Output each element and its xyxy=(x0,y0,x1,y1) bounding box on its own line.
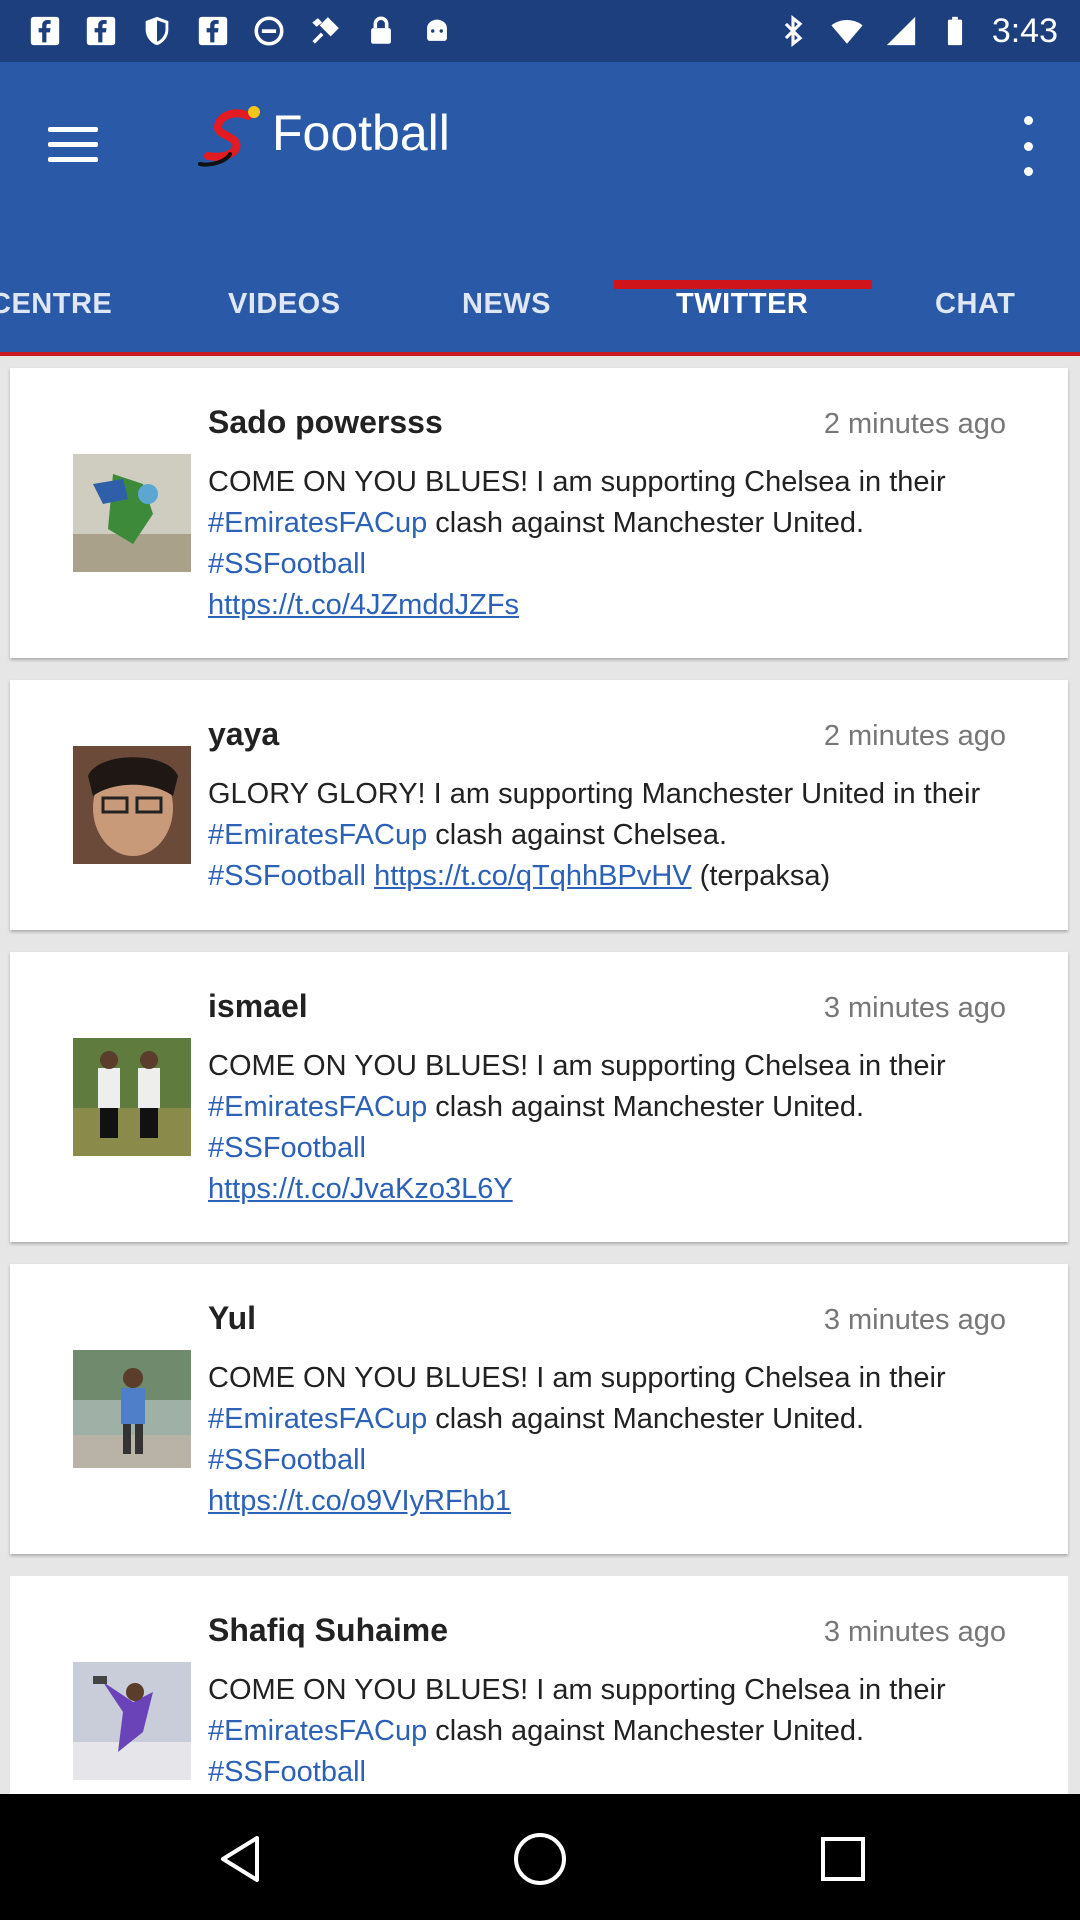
recents-icon[interactable] xyxy=(808,1824,878,1894)
app-bar: Football CENTRE VIDEOS NEWS TWITTER CHAT xyxy=(0,62,1080,354)
signal-icon xyxy=(884,14,918,48)
tweet-time: 3 minutes ago xyxy=(823,1616,1006,1648)
hashtag-link[interactable]: #SSFootball xyxy=(208,860,366,892)
facebook-icon xyxy=(196,14,230,48)
tweet-text: GLORY GLORY! I am supporting Manchester … xyxy=(208,774,1018,897)
hashtag-link[interactable]: #SSFootball xyxy=(208,548,366,580)
tweet-text-part: COME ON YOU BLUES! I am supporting Chels… xyxy=(208,1362,946,1394)
bluetooth-icon xyxy=(776,14,810,48)
block-icon xyxy=(252,14,286,48)
more-vert-icon[interactable] xyxy=(1016,116,1040,176)
tweet-card[interactable]: Sado powersss 2 minutes ago COME ON YOU … xyxy=(10,368,1068,658)
home-icon[interactable] xyxy=(505,1824,575,1894)
hamburger-menu-icon[interactable] xyxy=(38,114,108,174)
android-icon xyxy=(420,14,454,48)
shield-icon xyxy=(140,14,174,48)
hashtag-link[interactable]: #SSFootball xyxy=(208,1756,366,1788)
avatar[interactable] xyxy=(73,1038,191,1156)
tweet-text-part: clash against Manchester United. xyxy=(427,1091,865,1123)
tab-news[interactable]: NEWS xyxy=(462,282,551,348)
wifi-icon xyxy=(830,14,864,48)
tweet-username: yaya xyxy=(208,716,280,752)
facebook-icon xyxy=(84,14,118,48)
tweet-text-part: clash against Manchester United. xyxy=(427,1715,865,1747)
tweet-text-part: COME ON YOU BLUES! I am supporting Chels… xyxy=(208,1674,946,1706)
tweet-url-link[interactable]: https://t.co/o9VIyRFhb1 xyxy=(208,1485,511,1517)
tweet-text-part: clash against Manchester United. xyxy=(427,507,865,539)
tweet-username: ismael xyxy=(208,988,308,1024)
avatar[interactable] xyxy=(73,454,191,572)
tweet-username: Yul xyxy=(208,1300,257,1336)
tweet-text-part: clash against Manchester United. xyxy=(427,1403,865,1435)
tweet-username: Shafiq Suhaime xyxy=(208,1612,449,1648)
tweet-card[interactable]: Shafiq Suhaime 3 minutes ago COME ON YOU… xyxy=(10,1576,1068,1794)
tweet-time: 3 minutes ago xyxy=(823,992,1006,1024)
tweet-time: 3 minutes ago xyxy=(823,1304,1006,1336)
tweet-text-part: GLORY GLORY! I am supporting Manchester … xyxy=(208,778,981,810)
tweet-text-part: COME ON YOU BLUES! I am supporting Chels… xyxy=(208,466,946,498)
tweet-time: 2 minutes ago xyxy=(823,408,1006,440)
tweet-url-link[interactable]: https://t.co/qTqhhBPvHV xyxy=(374,860,692,892)
tab-twitter[interactable]: TWITTER xyxy=(676,282,808,348)
tweet-url-link[interactable]: https://t.co/4JZmddJZFs xyxy=(208,589,519,621)
tweet-time: 2 minutes ago xyxy=(823,720,1006,752)
tweet-text: COME ON YOU BLUES! I am supporting Chels… xyxy=(208,1358,1018,1522)
tweet-card[interactable]: Yul 3 minutes ago COME ON YOU BLUES! I a… xyxy=(10,1264,1068,1554)
supersport-logo-icon xyxy=(190,98,270,178)
tweet-text: COME ON YOU BLUES! I am supporting Chels… xyxy=(208,462,1018,626)
avatar[interactable] xyxy=(73,1662,191,1780)
tweet-username: Sado powersss xyxy=(208,404,443,440)
battery-icon xyxy=(938,14,972,48)
system-nav-bar xyxy=(0,1794,1080,1920)
tab-videos[interactable]: VIDEOS xyxy=(228,282,341,348)
tab-chat[interactable]: CHAT xyxy=(935,282,1015,348)
selected-tab-indicator xyxy=(614,280,872,289)
tweet-text-part: clash against Chelsea. xyxy=(427,819,728,851)
status-time: 3:43 xyxy=(991,11,1058,50)
back-icon[interactable] xyxy=(205,1824,275,1894)
tweet-text-part: (terpaksa) xyxy=(691,860,831,892)
tab-bar: CENTRE VIDEOS NEWS TWITTER CHAT xyxy=(0,282,1080,348)
hashtag-link[interactable]: #EmiratesFACup xyxy=(208,1715,427,1747)
tweet-text: COME ON YOU BLUES! I am supporting Chels… xyxy=(208,1046,1018,1210)
status-bar: 3:43 xyxy=(0,0,1080,62)
fake-gps-icon xyxy=(308,14,342,48)
lock-icon xyxy=(364,14,398,48)
hashtag-link[interactable]: #EmiratesFACup xyxy=(208,1091,427,1123)
hashtag-link[interactable]: #SSFootball xyxy=(208,1444,366,1476)
hashtag-link[interactable]: #SSFootball xyxy=(208,1132,366,1164)
hashtag-link[interactable]: #EmiratesFACup xyxy=(208,507,427,539)
avatar[interactable] xyxy=(73,746,191,864)
tab-divider xyxy=(0,352,1080,356)
tab-centre[interactable]: CENTRE xyxy=(0,282,112,348)
hashtag-link[interactable]: #EmiratesFACup xyxy=(208,1403,427,1435)
facebook-icon xyxy=(28,14,62,48)
tweet-text: COME ON YOU BLUES! I am supporting Chels… xyxy=(208,1670,1018,1793)
tweet-card[interactable]: yaya 2 minutes ago GLORY GLORY! I am sup… xyxy=(10,680,1068,930)
app-title: Football xyxy=(272,105,450,161)
tweet-url-link[interactable]: https://t.co/JvaKzo3L6Y xyxy=(208,1173,513,1205)
tweet-card[interactable]: ismael 3 minutes ago COME ON YOU BLUES! … xyxy=(10,952,1068,1242)
hashtag-link[interactable]: #EmiratesFACup xyxy=(208,819,427,851)
avatar[interactable] xyxy=(73,1350,191,1468)
tweet-text-part: COME ON YOU BLUES! I am supporting Chels… xyxy=(208,1050,946,1082)
